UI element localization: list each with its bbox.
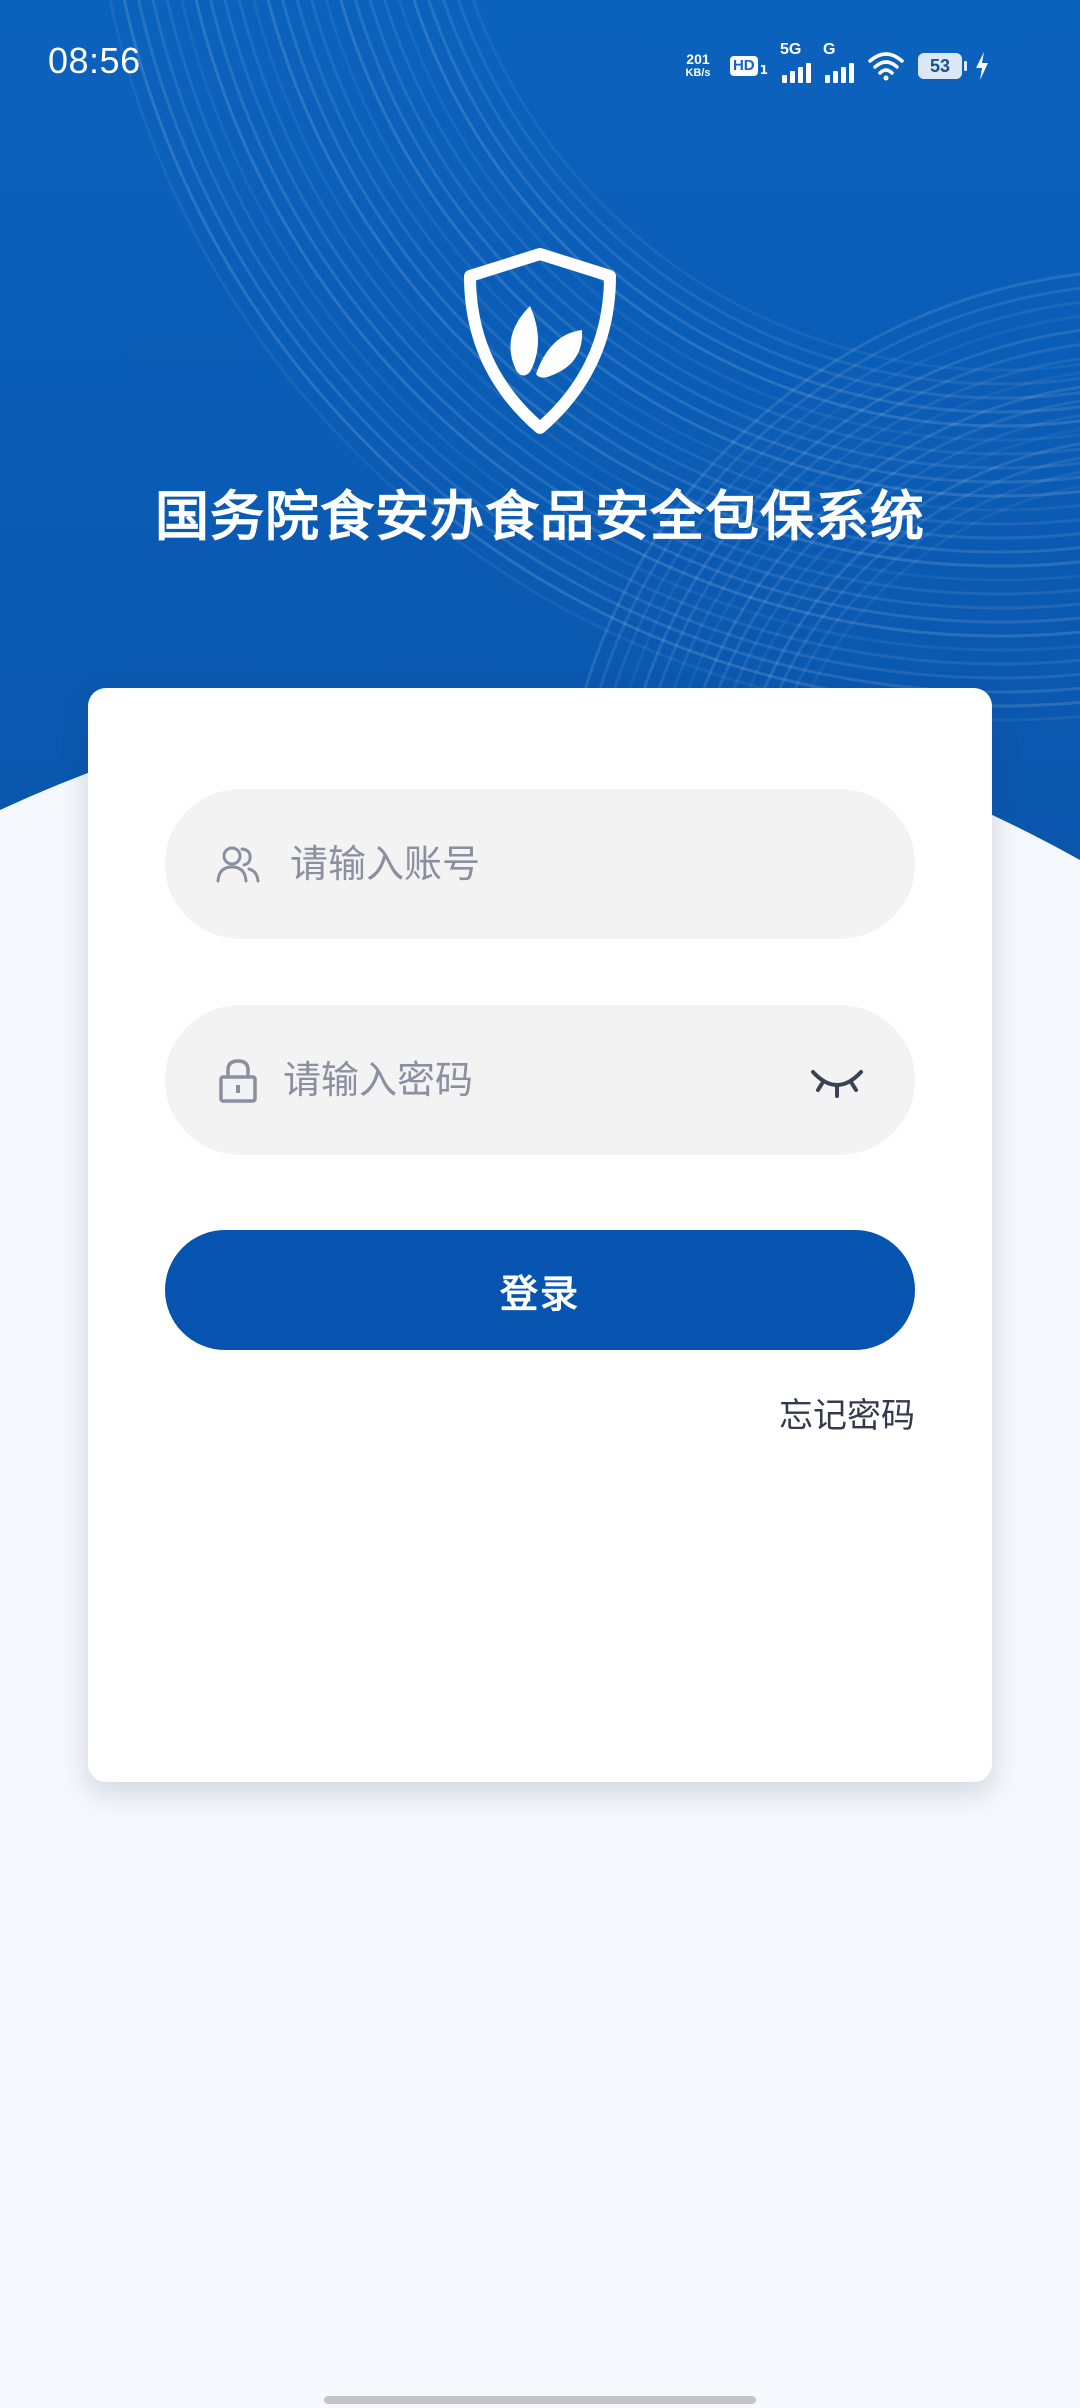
forgot-password-link[interactable]: 忘记密码 <box>779 1388 915 1437</box>
network-speed: 201 KB/s <box>680 52 716 80</box>
lock-icon <box>219 1059 257 1103</box>
account-field[interactable] <box>165 789 915 939</box>
account-input[interactable] <box>290 789 810 939</box>
eye-closed-icon[interactable] <box>809 1060 865 1100</box>
wifi-icon <box>868 52 904 81</box>
battery-level: 53 <box>918 53 967 79</box>
login-button[interactable]: 登录 <box>165 1230 915 1350</box>
status-icons: 201 KB/s HD 1 5G G 53 <box>680 41 990 88</box>
signal-sim1-icon: 5G <box>780 41 811 83</box>
network-speed-value: 201 <box>686 51 710 67</box>
hd-label: HD <box>729 56 758 76</box>
status-time: 08:56 <box>48 40 141 81</box>
user-icon <box>216 846 260 883</box>
battery: 53 <box>918 52 990 80</box>
password-input[interactable] <box>283 1005 803 1155</box>
password-field[interactable] <box>165 1005 915 1155</box>
sim2-label: G <box>823 41 836 58</box>
sim1-label: 5G <box>780 41 802 58</box>
charging-icon <box>976 52 988 80</box>
hd-sub: 1 <box>759 63 768 77</box>
status-bar: 08:56 201 KB/s HD 1 5G G 53 <box>0 0 1080 130</box>
login-card: 登录 忘记密码 <box>88 688 992 1782</box>
app-title: 国务院食安办食品安全包保系统 <box>155 485 925 548</box>
signal-sim2-icon: G <box>823 41 854 83</box>
hd-badge: HD 1 <box>729 56 768 77</box>
home-indicator[interactable] <box>324 2396 756 2404</box>
shield-leaf-logo-icon <box>464 248 616 434</box>
network-speed-unit: KB/s <box>685 67 711 79</box>
